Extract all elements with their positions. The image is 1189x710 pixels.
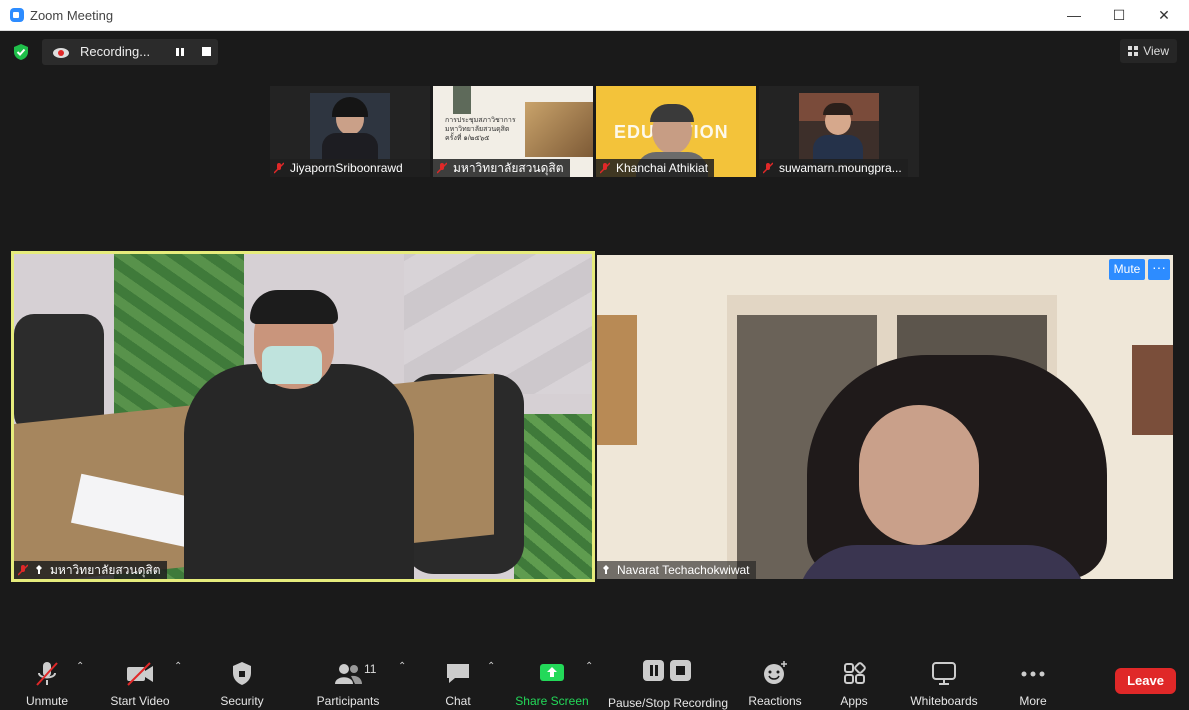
share-options-caret[interactable]: ⌃	[585, 662, 593, 672]
leaf-wall-right	[514, 414, 592, 579]
participant-name: JiyapornSriboonrawd	[290, 161, 403, 175]
muted-mic-icon	[600, 162, 610, 174]
view-button-label: View	[1143, 44, 1169, 58]
stop-recording-icon[interactable]	[202, 47, 211, 56]
share-screen-icon	[540, 664, 564, 681]
participant-name-tag: มหาวิทยาลัยสวนดุสิต	[14, 561, 167, 579]
participant-name-tag: Navarat Techachokwiwat	[597, 561, 756, 579]
mute-participant-button[interactable]: Mute	[1109, 259, 1145, 280]
more-label: More	[1019, 694, 1047, 708]
maximize-button[interactable]: ☐	[1099, 4, 1139, 26]
pause-recording-icon[interactable]	[174, 46, 186, 58]
window-titlebar: Zoom Meeting — ☐ ✕	[0, 0, 1189, 31]
microphone-muted-icon	[36, 662, 58, 686]
whiteboard-icon	[932, 662, 956, 685]
apps-label: Apps	[840, 694, 868, 708]
reactions-smiley-icon	[764, 661, 787, 684]
chat-options-caret[interactable]: ⌃	[487, 662, 495, 672]
participant-name: Khanchai Athikiat	[616, 161, 709, 175]
participant-thumbnail[interactable]: JiyapornSriboonrawd	[270, 86, 430, 177]
participant-thumbnail[interactable]: EDUCATION Khanchai Athikiat	[596, 86, 756, 177]
leave-meeting-button[interactable]: Leave	[1115, 668, 1176, 694]
slide-ribbon	[453, 86, 471, 114]
slide-text: การประชุมสภาวิชาการ มหาวิทยาลัยสวนดุสิต …	[445, 117, 516, 142]
reactions-label: Reactions	[748, 694, 802, 708]
participant-video	[799, 93, 879, 163]
pause-stop-recording-icon	[643, 660, 691, 681]
muted-mic-icon	[274, 162, 284, 174]
participant-video	[310, 93, 390, 163]
video-off-icon	[127, 662, 153, 686]
participants-button[interactable]: 11 Participants	[312, 660, 384, 708]
whiteboards-label: Whiteboards	[910, 694, 978, 708]
face-mask	[262, 346, 322, 384]
pause-stop-recording-label: Pause/Stop Recording	[607, 696, 729, 710]
unmute-button[interactable]: Unmute	[17, 660, 77, 708]
apps-button[interactable]: Apps	[834, 660, 874, 708]
chat-bubble-icon	[447, 664, 469, 683]
participant-name-tag: suwamarn.moungpra...	[759, 159, 908, 177]
participant-name-tag: Khanchai Athikiat	[596, 159, 715, 177]
chat-label: Chat	[445, 694, 471, 708]
security-button[interactable]: Security	[212, 660, 272, 708]
start-video-label: Start Video	[110, 694, 170, 708]
participant-thumbnail[interactable]: การประชุมสภาวิชาการ มหาวิทยาลัยสวนดุสิต …	[433, 86, 593, 177]
pin-icon	[36, 565, 42, 574]
participant-name: suwamarn.moungpra...	[779, 161, 902, 175]
participant-video-tile[interactable]: Navarat Techachokwiwat	[597, 255, 1173, 579]
participant-name-tag: มหาวิทยาลัยสวนดุสิต	[433, 159, 570, 177]
window-title: Zoom Meeting	[30, 8, 114, 23]
reactions-button[interactable]: Reactions	[744, 660, 806, 708]
grid-view-icon	[1128, 46, 1139, 56]
participant-name: มหาวิทยาลัยสวนดุสิต	[453, 161, 564, 175]
video-options-caret[interactable]: ⌃	[174, 662, 182, 672]
active-speaker-video-tile[interactable]: มหาวิทยาลัยสวนดุสิต	[11, 251, 595, 582]
participants-count: 11	[364, 662, 377, 676]
security-label: Security	[220, 694, 264, 708]
close-window-button[interactable]: ✕	[1144, 4, 1184, 26]
picture-frame	[1132, 345, 1173, 435]
participant-name: Navarat Techachokwiwat	[617, 563, 750, 577]
slide-book-image	[525, 102, 593, 157]
view-button[interactable]: View	[1120, 39, 1177, 63]
muted-mic-icon	[437, 162, 447, 174]
whiteboards-button[interactable]: Whiteboards	[904, 660, 984, 708]
participants-options-caret[interactable]: ⌃	[398, 662, 406, 672]
participant-more-options-button[interactable]: ···	[1148, 259, 1170, 280]
cloud-recording-icon	[53, 48, 69, 58]
unmute-label: Unmute	[25, 694, 69, 708]
start-video-button[interactable]: Start Video	[104, 660, 176, 708]
share-screen-label: Share Screen	[515, 694, 589, 708]
muted-mic-icon	[763, 162, 773, 174]
pause-stop-recording-button[interactable]: Pause/Stop Recording	[606, 658, 730, 710]
encryption-shield-icon[interactable]	[12, 43, 30, 61]
participants-label: Participants	[316, 694, 380, 708]
recording-label: Recording...	[80, 44, 151, 59]
security-shield-icon	[233, 662, 251, 685]
muted-mic-icon	[18, 564, 28, 576]
apps-icon	[844, 662, 866, 684]
participants-icon	[335, 664, 362, 684]
meeting-controls-toolbar: Unmute ⌃ Start Video ⌃ Security 11 Parti…	[0, 650, 1189, 710]
recording-indicator: Recording...	[42, 39, 218, 65]
chat-button[interactable]: Chat	[436, 660, 480, 708]
shelf-left	[597, 315, 637, 445]
participant-body	[797, 545, 1087, 579]
participant-name: มหาวิทยาลัยสวนดุสิต	[50, 563, 161, 577]
minimize-button[interactable]: —	[1054, 4, 1094, 26]
pin-icon	[603, 565, 609, 574]
participant-name-tag: JiyapornSriboonrawd	[270, 159, 430, 177]
audio-options-caret[interactable]: ⌃	[76, 662, 84, 672]
participant-face	[859, 405, 979, 545]
speaker-body	[184, 364, 414, 579]
share-screen-button[interactable]: Share Screen	[514, 660, 590, 708]
more-dots-icon	[1021, 671, 1045, 677]
more-button[interactable]: More	[1012, 660, 1054, 708]
zoom-app-icon	[10, 8, 24, 22]
participant-thumbnail[interactable]: suwamarn.moungpra...	[759, 86, 919, 177]
